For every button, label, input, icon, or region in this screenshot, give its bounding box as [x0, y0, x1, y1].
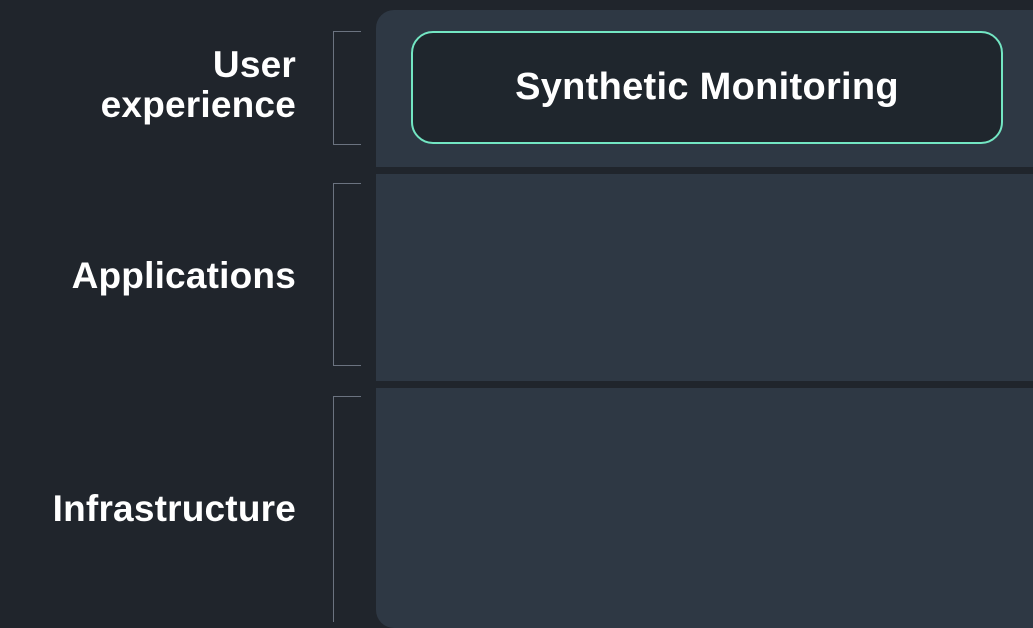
panel-applications	[376, 174, 1033, 381]
bracket-applications	[333, 183, 361, 366]
bracket-user-experience	[333, 31, 361, 145]
layer-label-user-experience: User experience	[100, 44, 296, 125]
synthetic-monitoring-label: Synthetic Monitoring	[515, 66, 899, 108]
synthetic-monitoring-card[interactable]: Synthetic Monitoring	[411, 31, 1003, 144]
panel-infrastructure	[376, 388, 1033, 628]
layer-label-applications: Applications	[71, 255, 296, 296]
bracket-infrastructure	[333, 396, 361, 622]
layer-label-infrastructure: Infrastructure	[52, 488, 296, 529]
